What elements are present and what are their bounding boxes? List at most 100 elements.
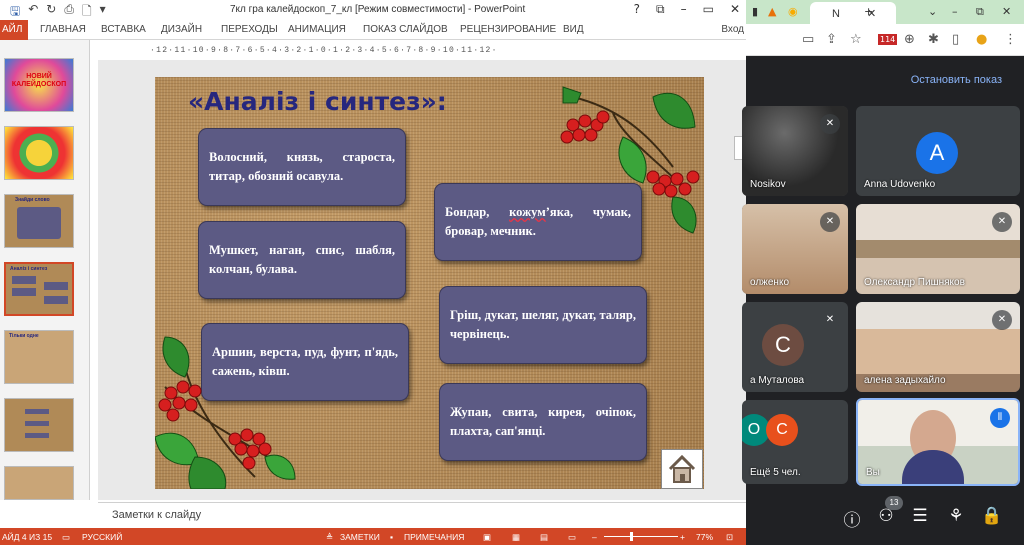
- notes-pane[interactable]: Заметки к слайду: [98, 502, 746, 528]
- fit-to-window-icon[interactable]: ⊡: [726, 532, 733, 543]
- camera-icon[interactable]: ▭: [802, 32, 814, 47]
- slide-thumbnail[interactable]: Тільки одне: [4, 330, 74, 384]
- minimize-window-icon[interactable]: –: [952, 5, 958, 18]
- zoom-slider-thumb[interactable]: [630, 532, 633, 541]
- avatar: A: [916, 132, 958, 174]
- mic-muted-icon: ✕: [992, 310, 1012, 330]
- more-participants-tile[interactable]: O C Ещё 5 чел.: [742, 400, 848, 484]
- new-tab-icon[interactable]: +: [864, 5, 873, 18]
- spellcheck-underlined-word: кожум: [509, 205, 546, 219]
- viburnum-branch-bottom: [155, 336, 296, 489]
- mic-muted-icon: ✕: [820, 114, 840, 134]
- word-group-card[interactable]: Жупан, свита, кирея, очіпок, плахта, сап…: [439, 383, 647, 461]
- self-view-tile[interactable]: ⦀ Вы: [856, 398, 1020, 486]
- notes-toggle-icon[interactable]: ≜: [326, 532, 333, 543]
- language-indicator[interactable]: РУССКИЙ: [82, 532, 122, 542]
- mic-muted-icon: ✕: [992, 212, 1012, 232]
- activities-icon[interactable]: ⚘: [944, 506, 968, 530]
- thumbnail-title: Аналіз і синтез: [10, 266, 48, 272]
- maximize-button[interactable]: ▭: [703, 2, 714, 17]
- tab-file[interactable]: АЙЛ: [0, 20, 28, 40]
- slide-title: «Аналіз і синтез»:: [188, 87, 447, 116]
- ribbon-display-button[interactable]: ⧉: [656, 2, 665, 17]
- zoom-in-icon[interactable]: +: [680, 532, 685, 542]
- tab-slideshow[interactable]: ПОКАЗ СЛАЙДОВ: [363, 24, 448, 35]
- browser-tab-strip: ▮ ▲ ◉ N ✕ + ⌄ – ⧉ ✕: [746, 0, 1024, 24]
- minimize-button[interactable]: –: [681, 2, 687, 17]
- home-button[interactable]: [661, 449, 703, 489]
- stop-presenting-button[interactable]: Остановить показ: [911, 74, 1002, 86]
- thumbnail-card: [12, 276, 36, 284]
- current-slide[interactable]: «Аналіз і синтез»: Волосний, князь, стар…: [155, 77, 704, 489]
- participant-tile[interactable]: C ✕ а Муталова: [742, 302, 848, 392]
- participant-tile[interactable]: ✕ Олександр Пишняков: [856, 204, 1020, 294]
- comments-toggle[interactable]: ПРИМЕЧАНИЯ: [404, 532, 464, 542]
- screen: 🖫 ↶ ↻ ⎙ 🗋 ▾ 7кл гра калейдоскоп_7_кл [Ре…: [0, 0, 1024, 545]
- participant-tile[interactable]: A Anna Udovenko: [856, 106, 1020, 196]
- puzzle-icon[interactable]: ✱: [928, 32, 939, 47]
- word-group-card[interactable]: Волосний, князь, староста, титар, обозни…: [198, 128, 406, 206]
- close-button[interactable]: ✕: [730, 2, 740, 17]
- tab-insert[interactable]: ВСТАВКА: [101, 24, 146, 35]
- slide-thumbnail-selected[interactable]: Аналіз і синтез: [4, 262, 74, 316]
- comments-icon[interactable]: ▪: [390, 532, 393, 542]
- restore-window-icon[interactable]: ⧉: [976, 5, 984, 19]
- slide-thumbnail[interactable]: НОВИЙ КАЛЕЙДОСКОП: [4, 58, 74, 112]
- notes-toggle[interactable]: ЗАМЕТКИ: [340, 532, 380, 542]
- tab-home[interactable]: ГЛАВНАЯ: [40, 24, 86, 35]
- tab-icon[interactable]: ▲: [768, 5, 776, 18]
- star-icon[interactable]: ☆: [850, 32, 862, 47]
- slide-thumbnail[interactable]: [4, 466, 74, 500]
- globe-icon[interactable]: ⊕: [904, 32, 915, 47]
- word-group-card[interactable]: Мушкет, наган, спис, шабля, колчан, була…: [198, 221, 406, 299]
- tab-search-icon[interactable]: ⌄: [928, 5, 937, 18]
- tab-label: N: [832, 8, 840, 20]
- zoom-out-icon[interactable]: –: [592, 532, 597, 542]
- tab-design[interactable]: ДИЗАЙН: [161, 24, 202, 35]
- slideshow-icon[interactable]: ▭: [568, 532, 576, 543]
- participant-tile[interactable]: ✕ олженко: [742, 204, 848, 294]
- home-icon: [668, 454, 696, 483]
- more-participants-label: Ещё 5 чел.: [750, 467, 801, 478]
- sidebar-icon[interactable]: ▯: [952, 32, 959, 47]
- tab-animation[interactable]: АНИМАЦИЯ: [288, 24, 346, 35]
- browser-toolbar: ▭ ⇪ ☆ 114 ⊕ ✱ ▯ ● ⋮: [746, 24, 1024, 56]
- avatar: C: [766, 414, 798, 446]
- tab-review[interactable]: РЕЦЕНЗИРОВАНИЕ: [460, 24, 556, 35]
- word-group-card[interactable]: Гріш, дукат, шеляг, дукат, таляр, червін…: [439, 286, 647, 364]
- participant-tile[interactable]: ✕ алена задыхайло: [856, 302, 1020, 392]
- normal-view-icon[interactable]: ▣: [483, 532, 491, 543]
- tab-icon[interactable]: ▮: [752, 5, 758, 18]
- tab-transitions[interactable]: ПЕРЕХОДЫ: [221, 24, 278, 35]
- zoom-level[interactable]: 77%: [696, 532, 713, 542]
- ruler: ·12·11·10·9·8·7·6·5·4·3·2·1·0·1·2·3·4·5·…: [150, 46, 498, 55]
- participant-name: олженко: [750, 277, 789, 288]
- menu-icon[interactable]: ⋮: [1004, 32, 1017, 47]
- slide-thumbnails-pane: НОВИЙ КАЛЕЙДОСКОП Знайди слово Аналіз і …: [0, 40, 90, 500]
- host-controls-icon[interactable]: 🔒: [980, 506, 1004, 530]
- share-icon[interactable]: ⇪: [826, 32, 837, 47]
- tab-view[interactable]: ВИД: [563, 24, 584, 35]
- ribbon-tabs: АЙЛ ГЛАВНАЯ ВСТАВКА ДИЗАЙН ПЕРЕХОДЫ АНИМ…: [0, 20, 746, 40]
- help-button[interactable]: ?: [634, 2, 640, 17]
- slide-thumbnail[interactable]: Знайди слово: [4, 194, 74, 248]
- meet-controls: ⓘ ⚇ ☰ ⚘ 🔒: [746, 488, 1024, 545]
- calendar-icon[interactable]: 114: [878, 34, 898, 45]
- chat-icon[interactable]: ☰: [908, 506, 932, 530]
- card-text: Мушкет, наган, спис, шабля, колчан, була…: [209, 243, 395, 276]
- participant-name: Nosikov: [750, 179, 786, 190]
- slide-sorter-icon[interactable]: ▦: [512, 532, 520, 543]
- info-icon[interactable]: ⓘ: [840, 506, 864, 531]
- reading-view-icon[interactable]: ▤: [540, 532, 548, 543]
- active-browser-tab[interactable]: N ✕: [810, 2, 896, 24]
- slide-thumbnail[interactable]: [4, 126, 74, 180]
- thumbnail-card: [25, 409, 49, 414]
- zoom-slider-track[interactable]: [604, 536, 678, 537]
- slide-thumbnail[interactable]: [4, 398, 74, 452]
- participant-tile[interactable]: ✕ Nosikov: [742, 106, 848, 196]
- sign-in-link[interactable]: Вход: [721, 24, 744, 35]
- spellcheck-icon[interactable]: ▭: [62, 532, 70, 543]
- profile-icon[interactable]: ●: [976, 32, 987, 47]
- close-window-icon[interactable]: ✕: [1002, 5, 1011, 18]
- tab-icon[interactable]: ◉: [788, 5, 798, 18]
